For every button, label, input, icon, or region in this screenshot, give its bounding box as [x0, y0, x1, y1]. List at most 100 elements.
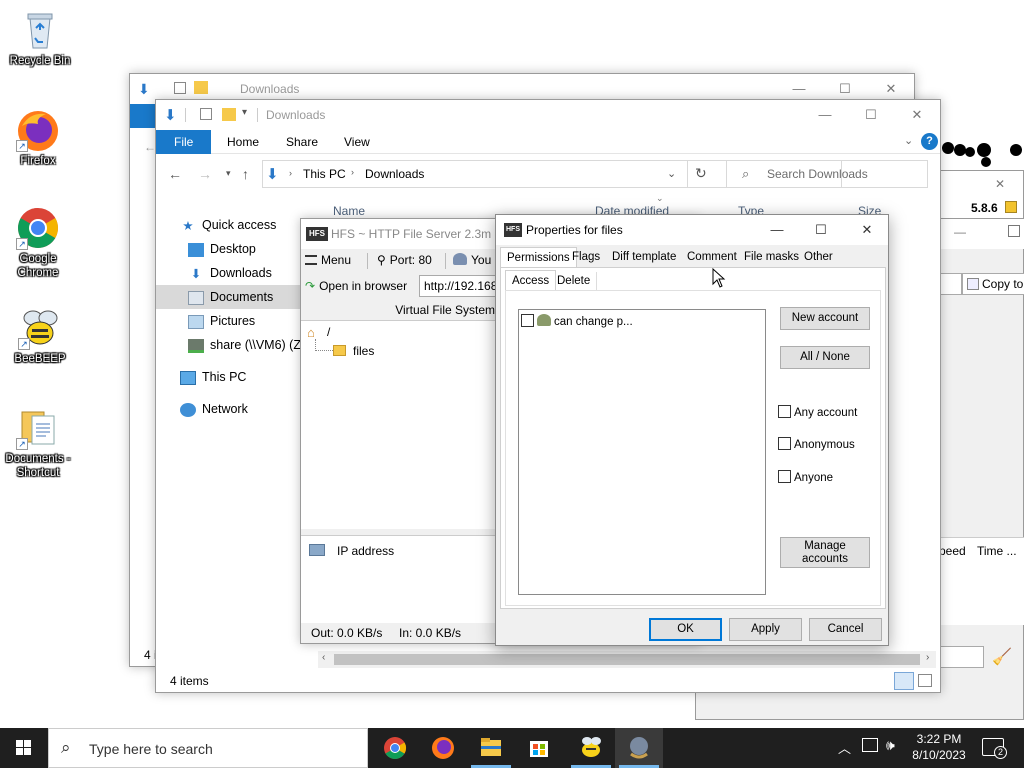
desktop-icon-documents-shortcut[interactable]: ↗ Documents - Shortcut	[0, 406, 76, 480]
taskbar-store[interactable]	[515, 728, 563, 768]
taskbar-firefox[interactable]	[419, 728, 467, 768]
maximize-icon[interactable]	[1008, 225, 1020, 237]
close-icon[interactable]: ✕	[894, 100, 940, 130]
help-icon[interactable]: ?	[921, 133, 938, 150]
open-in-browser-button[interactable]: ↷ Open in browser	[305, 275, 407, 297]
breadcrumb-this-pc[interactable]: This PC	[303, 167, 346, 181]
checkbox-box[interactable]	[778, 437, 791, 450]
url-field[interactable]: http://192.168	[419, 275, 499, 297]
clock[interactable]: 3:22 PM 8/10/2023	[910, 731, 968, 763]
manage-accounts-button[interactable]: Manage accounts	[780, 537, 870, 568]
checkbox-box[interactable]	[778, 470, 791, 483]
all-none-button[interactable]: All / None	[780, 346, 870, 369]
broom-icon[interactable]: 🧹	[992, 647, 1012, 666]
show-hidden-icons-icon[interactable]: ︿	[838, 738, 851, 757]
ip-icon	[309, 544, 325, 556]
expand-ribbon-icon[interactable]: ⌄	[904, 134, 913, 147]
subtab-access[interactable]: Access	[505, 270, 557, 290]
connections-list[interactable]: IP address	[301, 535, 499, 623]
firefox-icon: ↗	[16, 108, 60, 152]
volume-icon[interactable]: 🕪	[886, 737, 895, 754]
tab-file[interactable]: File	[156, 130, 212, 154]
copy-to-button[interactable]: Copy to	[962, 273, 1024, 295]
maximize-icon[interactable]: ☐	[798, 215, 844, 245]
desktop-icon-firefox[interactable]: ↗ Firefox	[0, 108, 76, 168]
tab-diff-template[interactable]: Diff template	[606, 247, 682, 267]
menu-button[interactable]: Menu	[305, 249, 351, 271]
taskbar-beebeep[interactable]	[567, 728, 615, 768]
account-item[interactable]: can change p...	[521, 314, 633, 329]
subtab-delete[interactable]: Delete	[551, 272, 598, 290]
accounts-list[interactable]: can change p...	[518, 309, 766, 595]
tab-share[interactable]: Share	[272, 130, 332, 154]
tab-comment[interactable]: Comment	[681, 247, 743, 267]
minimize-icon[interactable]: —	[954, 225, 966, 239]
hfs-icon	[630, 737, 648, 759]
minimize-icon[interactable]: —	[802, 100, 848, 130]
up-arrow-icon[interactable]: ↑	[242, 166, 249, 182]
hfs-logo-icon: HFS	[306, 227, 328, 241]
chevron-down-icon[interactable]: ⌄	[667, 167, 676, 180]
customize-toolbar-icon[interactable]: ▾	[242, 107, 247, 118]
apply-button[interactable]: Apply	[729, 618, 802, 641]
vfs-tree[interactable]: ⌂ / files	[301, 321, 499, 529]
version-label: 5.8.6	[971, 201, 998, 215]
cancel-button[interactable]: Cancel	[809, 618, 882, 641]
minimize-icon[interactable]: —	[754, 215, 800, 245]
scroll-left-icon[interactable]: ‹	[322, 652, 325, 663]
tab-view[interactable]: View	[330, 130, 384, 154]
vfs-folder-files[interactable]: files	[353, 344, 374, 358]
breadcrumb-downloads[interactable]: Downloads	[365, 167, 424, 181]
properties-icon[interactable]	[200, 108, 212, 120]
maximize-icon[interactable]: ☐	[848, 100, 894, 130]
account-checkbox[interactable]	[521, 314, 534, 327]
forward-arrow-icon[interactable]: →	[198, 166, 212, 182]
anonymous-checkbox[interactable]: Anonymous	[778, 437, 855, 452]
tab-flags[interactable]: Flags	[566, 247, 606, 267]
you-button[interactable]: You	[453, 249, 491, 271]
network-icon[interactable]	[862, 738, 878, 752]
details-view-icon[interactable]	[894, 672, 914, 690]
recent-locations-icon[interactable]: ▾	[226, 168, 231, 179]
tab-file-masks[interactable]: File masks	[738, 247, 805, 267]
close-icon[interactable]: ✕	[985, 171, 1015, 197]
chevron-right-icon: ›	[289, 168, 292, 178]
scroll-right-icon[interactable]: ›	[926, 652, 929, 663]
desktop-icon-beebeep[interactable]: ↗ BeeBEEP	[2, 306, 78, 366]
new-folder-icon[interactable]	[222, 108, 236, 121]
refresh-icon[interactable]: ↻	[695, 165, 707, 182]
column-name[interactable]: Name	[333, 204, 365, 218]
hfs-logo-icon: HFS	[504, 223, 522, 237]
taskbar-file-explorer[interactable]	[467, 728, 515, 768]
port-button[interactable]: ⚲ Port: 80	[377, 249, 432, 271]
home-icon: ⌂	[307, 325, 315, 340]
tab-other[interactable]: Other	[798, 247, 839, 267]
desktop-icon-chrome[interactable]: ↗ Google Chrome	[0, 206, 76, 280]
scroll-thumb[interactable]	[334, 654, 920, 665]
ok-button[interactable]: OK	[649, 618, 722, 641]
large-icons-view-icon[interactable]	[918, 674, 932, 687]
checkbox-box[interactable]	[778, 405, 791, 418]
sidebar-item-label: This PC	[202, 370, 247, 384]
sidebar-item-label: Pictures	[210, 314, 256, 328]
horizontal-scrollbar[interactable]: ‹ ›	[318, 651, 936, 668]
any-account-checkbox[interactable]: Any account	[778, 405, 857, 420]
desktop-icon-recycle-bin[interactable]: Recycle Bin	[2, 8, 78, 68]
vfs-root[interactable]: /	[327, 325, 330, 339]
close-icon[interactable]: ✕	[844, 215, 890, 245]
start-button[interactable]	[0, 728, 48, 768]
taskbar-search-box[interactable]: ⌕ Type here to search	[48, 728, 368, 768]
new-account-button[interactable]: New account	[780, 307, 870, 330]
sidebar-item-documents[interactable]: Documents	[156, 285, 302, 309]
taskbar-hfs[interactable]	[615, 728, 663, 768]
file-tab-back[interactable]	[130, 104, 156, 128]
sidebar-item-share[interactable]: share (\\VM6) (Z:)	[188, 333, 302, 357]
folder-icon	[194, 81, 208, 94]
bee-icon	[582, 737, 601, 757]
you-label: You	[471, 253, 492, 267]
taskbar-chrome[interactable]	[371, 728, 419, 768]
tab-home[interactable]: Home	[213, 130, 273, 154]
search-input[interactable]: Search Downloads	[726, 160, 928, 188]
anyone-checkbox[interactable]: Anyone	[778, 470, 833, 485]
back-arrow-icon[interactable]: ←	[168, 166, 182, 182]
